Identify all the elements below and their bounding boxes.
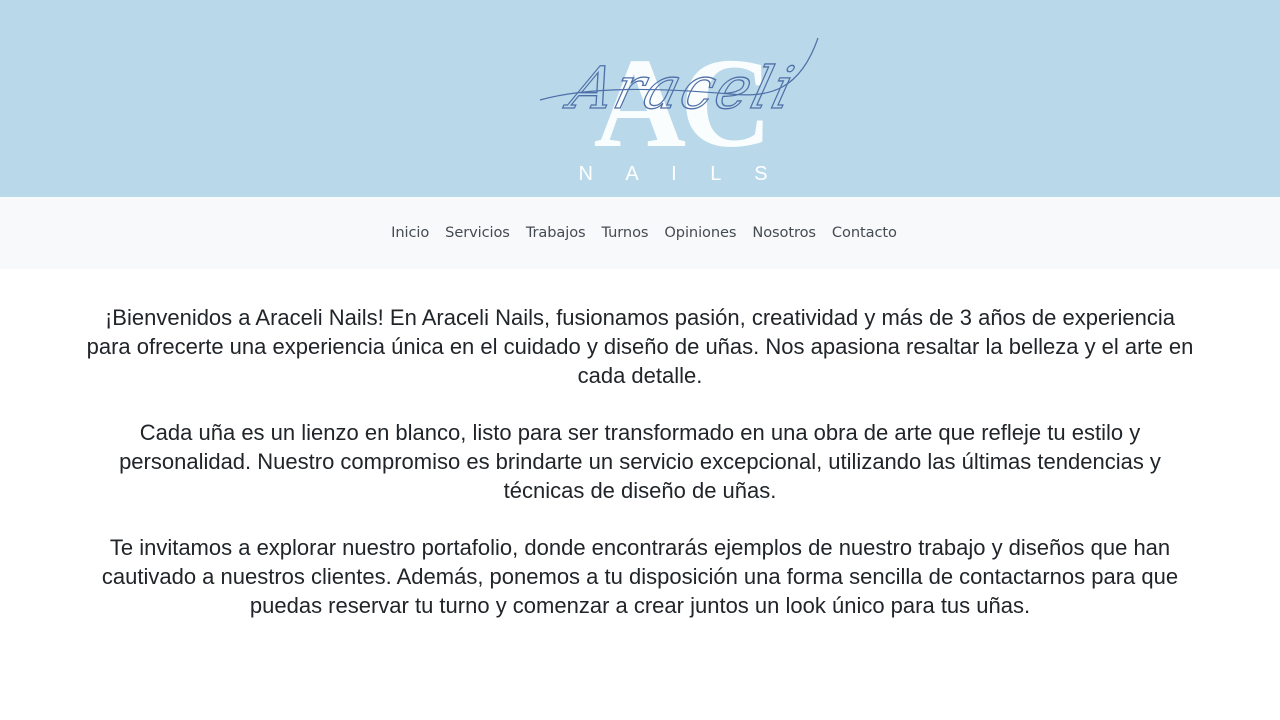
araceli-nails-logo[interactable]: AC Araceli N A I L S bbox=[530, 28, 830, 188]
nav-link-trabajos[interactable]: Trabajos bbox=[518, 224, 594, 241]
nav-list: Inicio Servicios Trabajos Turnos Opinion… bbox=[383, 224, 905, 242]
welcome-section: ¡Bienvenidos a Araceli Nails! En Araceli… bbox=[0, 269, 1280, 620]
main-navbar: Inicio Servicios Trabajos Turnos Opinion… bbox=[0, 197, 1280, 269]
nav-link-turnos[interactable]: Turnos bbox=[594, 224, 657, 241]
logo-subtitle: N A I L S bbox=[578, 163, 781, 185]
logo-script: Araceli bbox=[559, 54, 803, 122]
nav-link-opiniones[interactable]: Opiniones bbox=[656, 224, 744, 241]
nav-link-nosotros[interactable]: Nosotros bbox=[744, 224, 824, 241]
portfolio-paragraph: Te invitamos a explorar nuestro portafol… bbox=[101, 535, 1179, 618]
hero-banner: AC Araceli N A I L S bbox=[0, 0, 1280, 197]
nav-link-servicios[interactable]: Servicios bbox=[437, 224, 518, 241]
canvas-paragraph: Cada uña es un lienzo en blanco, listo p… bbox=[119, 420, 1161, 503]
nav-link-inicio[interactable]: Inicio bbox=[383, 224, 437, 241]
welcome-paragraph: ¡Bienvenidos a Araceli Nails! En Araceli… bbox=[86, 305, 1194, 388]
nav-link-contacto[interactable]: Contacto bbox=[824, 224, 905, 241]
